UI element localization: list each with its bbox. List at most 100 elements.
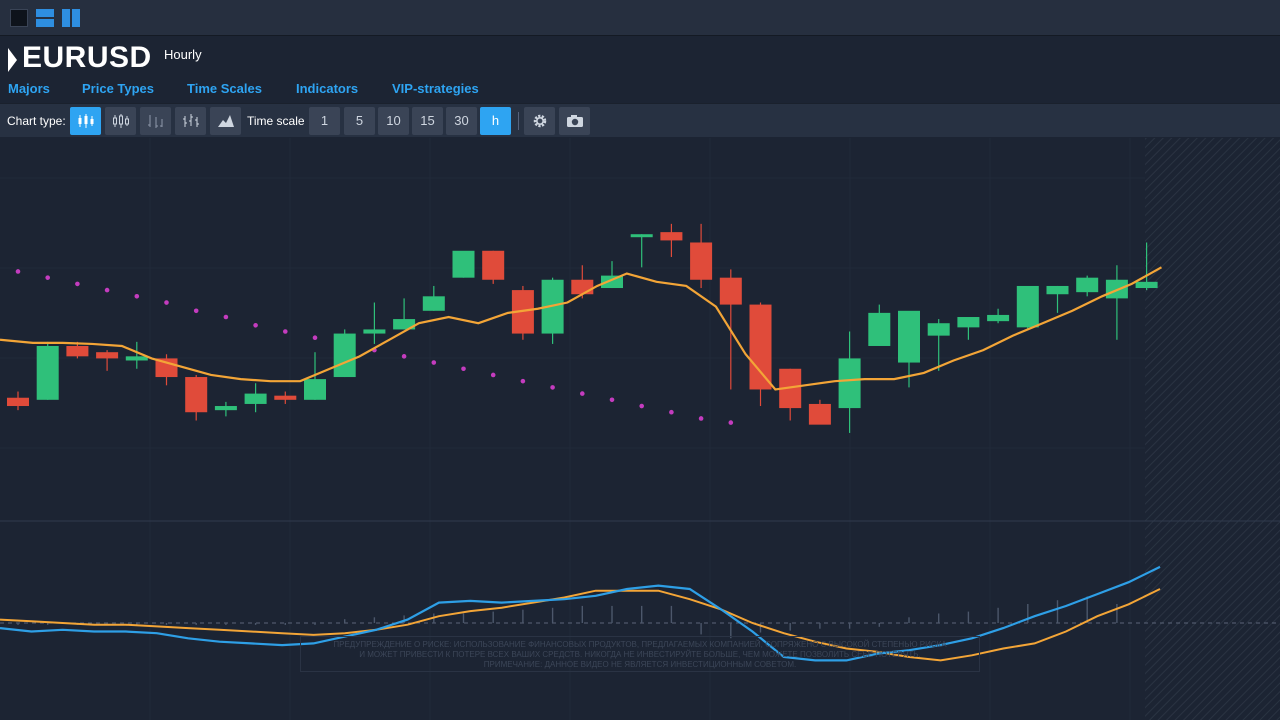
- hlc-bars-icon: [183, 114, 199, 127]
- candle-body: [1016, 285, 1039, 328]
- candles-icon: [78, 114, 94, 128]
- sar-point: [75, 281, 80, 287]
- top-bar: [0, 0, 1280, 36]
- candle-body: [957, 317, 980, 328]
- candle-body: [125, 356, 148, 361]
- disclaimer-line-2: И МОЖЕТ ПРИВЕСТИ К ПОТЕРЕ ВСЕХ ВАШИХ СРЕ…: [359, 650, 921, 659]
- sar-point: [253, 322, 258, 328]
- single-layout-icon[interactable]: [10, 9, 28, 27]
- sar-point: [550, 385, 555, 390]
- candle-body: [452, 250, 475, 278]
- sar-point: [728, 420, 734, 425]
- chart-type-bars-button[interactable]: [140, 107, 171, 135]
- candle-body: [690, 242, 713, 280]
- nav-indicators[interactable]: Indicators: [296, 81, 358, 96]
- candle-body: [96, 352, 119, 359]
- time-scale-1-button[interactable]: 1: [309, 107, 340, 135]
- candle-body: [482, 250, 505, 280]
- time-scale-label: Time scale: [247, 114, 305, 128]
- sar-point: [490, 372, 496, 378]
- candle-body: [719, 277, 742, 305]
- candle-body: [987, 314, 1010, 322]
- sar-point: [164, 300, 169, 305]
- nav-price-types[interactable]: Price Types: [82, 81, 154, 96]
- split-vertical-layout-icon[interactable]: [62, 9, 80, 27]
- candle-body: [749, 304, 772, 390]
- sar-point: [193, 308, 199, 314]
- hollow-candles-icon: [113, 114, 129, 128]
- disclaimer-line-1: ПРЕДУПРЕЖДЕНИЕ О РИСКЕ: ИСПОЛЬЗОВАНИЕ ФИ…: [333, 640, 947, 649]
- sar-point: [520, 378, 526, 384]
- sar-point: [401, 354, 407, 359]
- area-icon: [218, 115, 234, 127]
- sar-point: [580, 391, 585, 396]
- candle-body: [274, 395, 297, 400]
- chart-type-candles-button[interactable]: [70, 107, 101, 135]
- chart-type-hlc-button[interactable]: [175, 107, 206, 135]
- candle-body: [808, 403, 831, 425]
- price-chart[interactable]: ПРЕДУПРЕЖДЕНИЕ О РИСКЕ: ИСПОЛЬЗОВАНИЕ ФИ…: [0, 138, 1280, 720]
- candle-body: [66, 345, 89, 357]
- candle-body: [363, 329, 386, 334]
- time-scale-hour-button[interactable]: h: [480, 107, 511, 135]
- candle-body: [838, 358, 861, 409]
- nav-vip-strategies[interactable]: VIP-strategies: [392, 81, 479, 96]
- candle-body: [1076, 277, 1099, 293]
- candle-body: [1135, 281, 1158, 289]
- gear-icon: [533, 114, 547, 128]
- chart-type-hollow-candles-button[interactable]: [105, 107, 136, 135]
- instrument-symbol[interactable]: EURUSD: [22, 41, 152, 75]
- candle-body: [333, 333, 356, 378]
- sar-point: [639, 403, 644, 409]
- sar-point: [431, 360, 437, 365]
- candle-body: [422, 296, 445, 311]
- candle-body: [185, 377, 208, 413]
- sar-point: [283, 329, 288, 334]
- candlestick-series: [7, 223, 1158, 433]
- sar-point: [134, 294, 140, 299]
- split-horizontal-layout-icon[interactable]: [36, 9, 54, 27]
- time-scale-10-button[interactable]: 10: [378, 107, 409, 135]
- chart-type-area-button[interactable]: [210, 107, 241, 135]
- sar-point: [461, 366, 466, 372]
- time-scale-5-button[interactable]: 5: [344, 107, 375, 135]
- chart-grid: [0, 138, 1145, 720]
- chart-type-label: Chart type:: [7, 114, 66, 128]
- candle-body: [7, 397, 29, 407]
- bars-icon: [148, 115, 163, 128]
- nav-time-scales[interactable]: Time Scales: [187, 81, 262, 96]
- time-scale-30-button[interactable]: 30: [446, 107, 477, 135]
- time-scale-15-button[interactable]: 15: [412, 107, 443, 135]
- candle-body: [660, 232, 683, 241]
- sar-point: [669, 409, 674, 415]
- candle-body: [304, 379, 326, 400]
- caret-right-icon[interactable]: [8, 48, 17, 72]
- disclaimer-line-3: ПРИМЕЧАНИЕ: ДАННОЕ ВИДЕО НЕ ЯВЛЯЕТСЯ ИНВ…: [483, 660, 797, 669]
- sar-point: [312, 335, 318, 341]
- risk-disclaimer: ПРЕДУПРЕЖДЕНИЕ О РИСКЕ: ИСПОЛЬЗОВАНИЕ ФИ…: [300, 636, 980, 672]
- camera-icon: [567, 115, 583, 127]
- future-area-hatch: [1145, 138, 1280, 720]
- candle-body: [1046, 285, 1069, 295]
- sar-point: [609, 397, 615, 403]
- nav-majors[interactable]: Majors: [8, 81, 50, 96]
- toolbar-divider: [518, 112, 519, 130]
- sar-point: [45, 275, 50, 280]
- candle-body: [630, 234, 653, 238]
- candle-body: [927, 323, 950, 336]
- sar-point: [104, 287, 110, 293]
- instrument-header: EURUSD Hourly Majors Price Types Time Sc…: [0, 37, 1280, 103]
- chart-period: Hourly: [164, 47, 202, 62]
- sar-point: [15, 269, 21, 274]
- chart-toolbar: Chart type: Time scale 1 5 10 15 30 h: [0, 103, 1280, 137]
- sar-point: [698, 416, 704, 421]
- candle-body: [868, 312, 891, 346]
- candle-body: [244, 393, 267, 404]
- candle-body: [214, 406, 237, 411]
- chart-canvas[interactable]: [0, 138, 1280, 720]
- candle-body: [571, 279, 594, 295]
- sar-point: [223, 314, 229, 320]
- screenshot-button[interactable]: [559, 107, 590, 135]
- settings-button[interactable]: [524, 107, 555, 135]
- candle-body: [898, 310, 920, 363]
